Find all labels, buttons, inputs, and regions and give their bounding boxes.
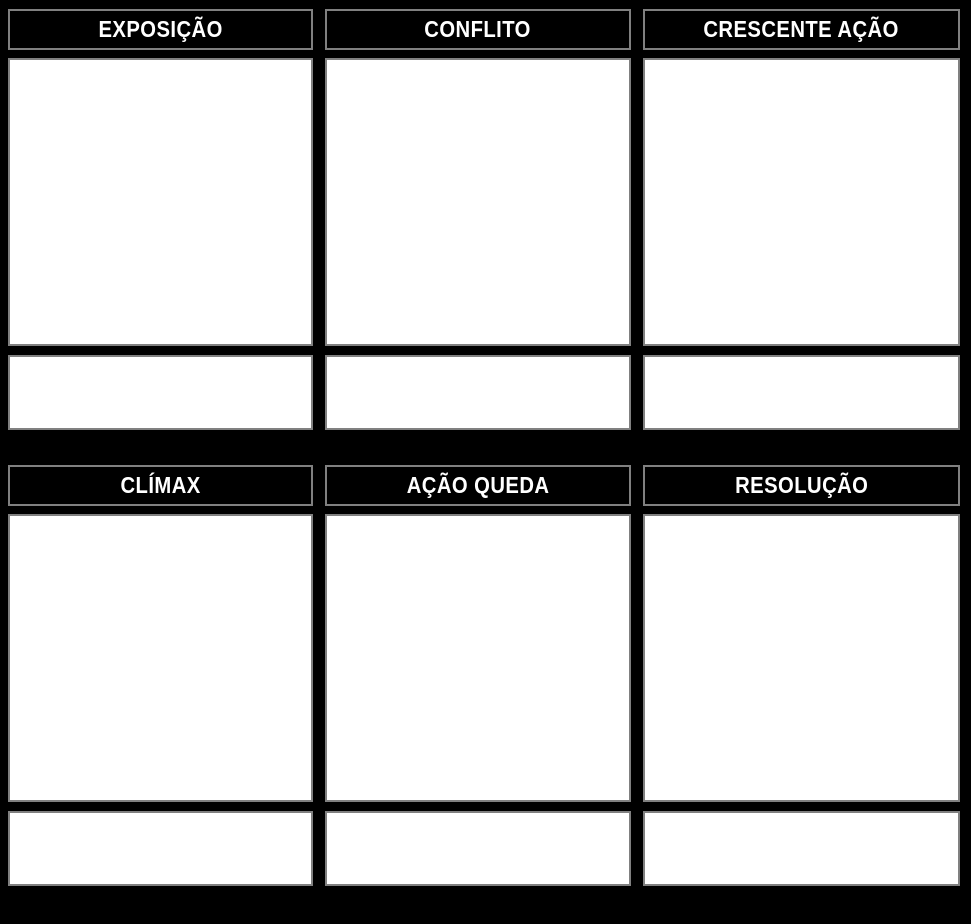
cell-caption-panel-resolucao[interactable] xyxy=(642,811,960,886)
block-divider xyxy=(0,430,971,458)
storyboard-block-1: EXPOSIÇÃO CONFLITO CRESCENTE AÇÃO xyxy=(0,0,971,430)
cell-title-label-climax: CLÍMAX xyxy=(120,472,201,498)
storyboard-block-2: CLÍMAX AÇÃO QUEDA RESOLUÇÃO xyxy=(0,458,971,886)
cell-title-label-conflito: CONFLITO xyxy=(424,16,532,42)
cell-title-bar-conflito[interactable]: CONFLITO xyxy=(325,9,631,50)
cell-title-label-resolucao: RESOLUÇÃO xyxy=(734,472,868,498)
cell-art-panel-climax[interactable] xyxy=(8,514,314,802)
cell-title-bar-acao-queda[interactable]: AÇÃO QUEDA xyxy=(325,465,631,506)
cell-caption-panel-acao-queda[interactable] xyxy=(325,811,631,886)
storyboard-cell-conflito: CONFLITO xyxy=(325,9,642,430)
cell-art-panel-acao-queda[interactable] xyxy=(325,514,631,802)
cell-title-bar-resolucao[interactable]: RESOLUÇÃO xyxy=(642,465,960,506)
cell-art-panel-crescente-acao[interactable] xyxy=(642,58,960,346)
cell-title-bar-exposicao[interactable]: EXPOSIÇÃO xyxy=(8,9,314,50)
cell-art-panel-conflito[interactable] xyxy=(325,58,631,346)
cell-art-panel-exposicao[interactable] xyxy=(8,58,314,346)
storyboard-cell-resolucao: RESOLUÇÃO xyxy=(642,465,960,886)
cell-title-bar-climax[interactable]: CLÍMAX xyxy=(8,465,314,506)
storyboard-canvas: EXPOSIÇÃO CONFLITO CRESCENTE AÇÃO CLÍMAX… xyxy=(0,0,971,924)
storyboard-cell-exposicao: EXPOSIÇÃO xyxy=(8,9,325,430)
cell-caption-panel-crescente-acao[interactable] xyxy=(642,355,960,430)
bottom-margin xyxy=(0,886,971,924)
cell-caption-panel-climax[interactable] xyxy=(8,811,314,886)
cell-title-bar-crescente-acao[interactable]: CRESCENTE AÇÃO xyxy=(642,9,960,50)
cell-caption-panel-exposicao[interactable] xyxy=(8,355,314,430)
cell-title-label-acao-queda: AÇÃO QUEDA xyxy=(406,472,550,498)
cell-caption-panel-conflito[interactable] xyxy=(325,355,631,430)
cell-title-label-exposicao: EXPOSIÇÃO xyxy=(98,16,223,42)
storyboard-cell-crescente-acao: CRESCENTE AÇÃO xyxy=(642,9,960,430)
storyboard-cell-climax: CLÍMAX xyxy=(8,465,325,886)
cell-art-panel-resolucao[interactable] xyxy=(642,514,960,802)
storyboard-cell-acao-queda: AÇÃO QUEDA xyxy=(325,465,642,886)
cell-title-label-crescente-acao: CRESCENTE AÇÃO xyxy=(703,16,900,42)
